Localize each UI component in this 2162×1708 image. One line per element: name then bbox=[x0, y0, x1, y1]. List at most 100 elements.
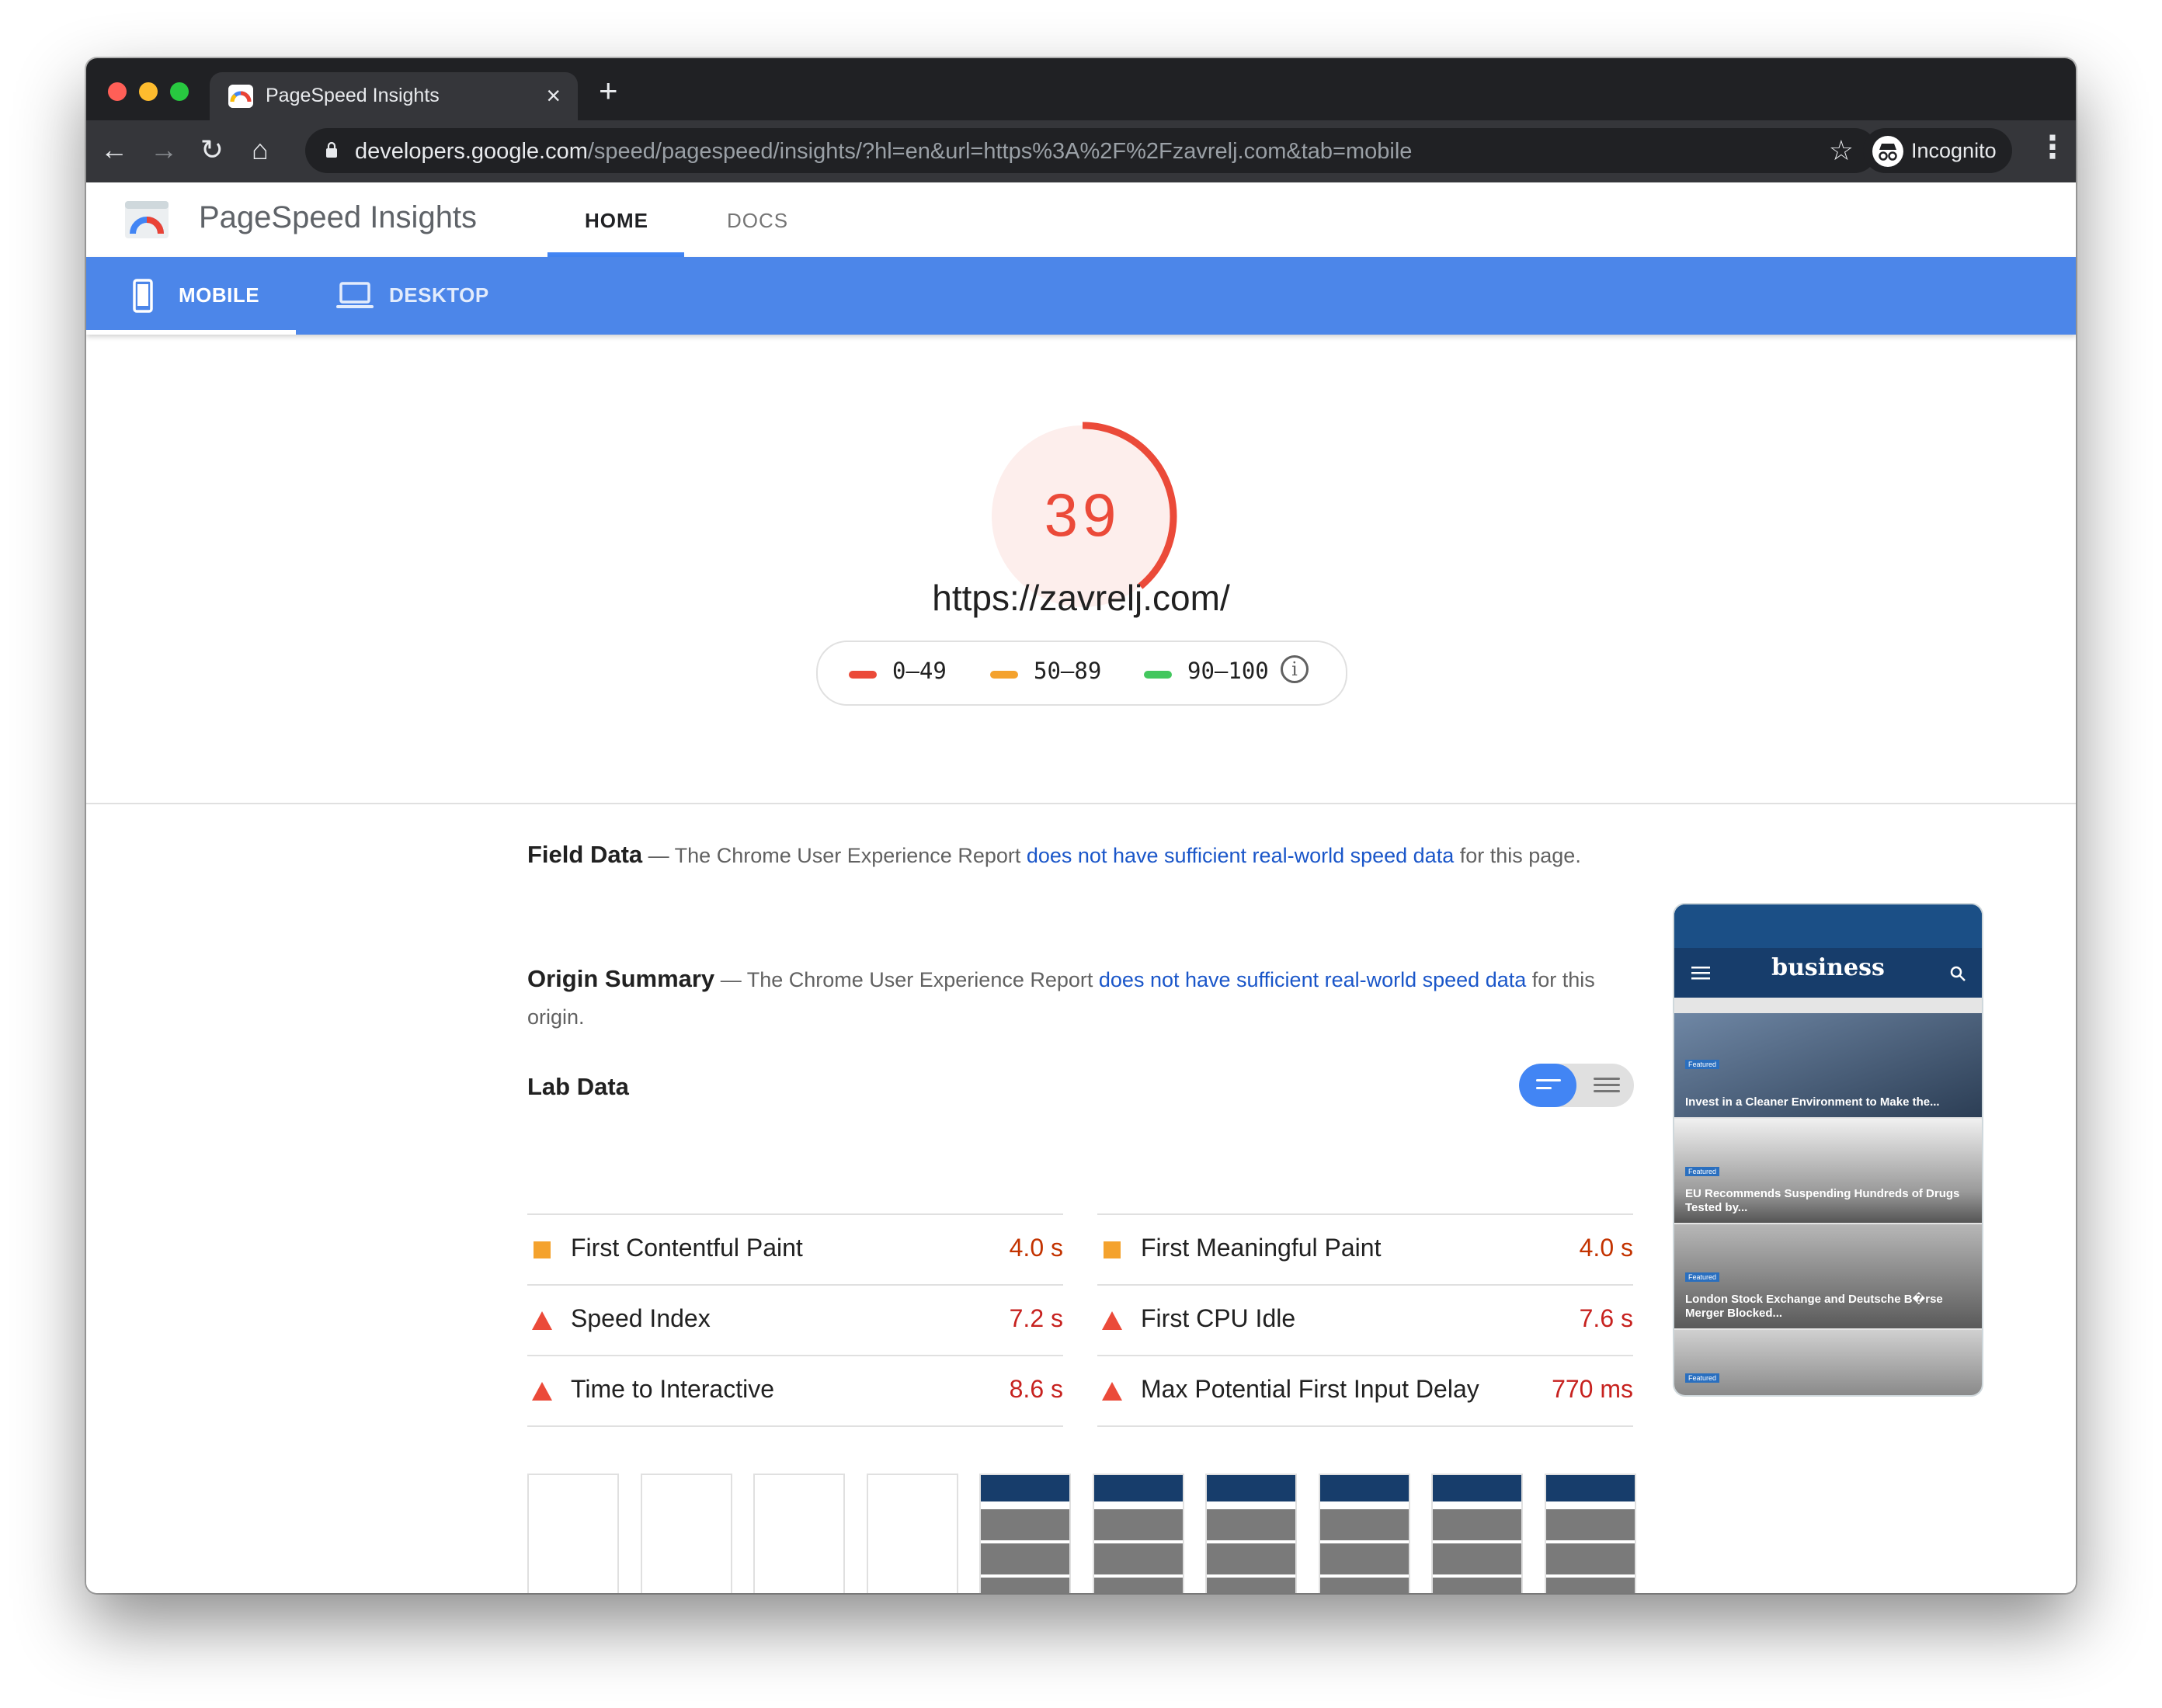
fail-triangle-icon bbox=[532, 1382, 552, 1401]
frame-header bbox=[1319, 1475, 1409, 1501]
screenshot-brand: business bbox=[1771, 954, 1885, 981]
expanded-view-icon-line bbox=[1594, 1084, 1620, 1086]
expanded-view-icon[interactable] bbox=[1594, 1078, 1620, 1080]
filmstrip-frame-blank bbox=[640, 1474, 732, 1593]
frame-card bbox=[1093, 1509, 1183, 1540]
filmstrip-frame-blank bbox=[527, 1474, 619, 1593]
screenshot-card: Featured EU Recommends Suspending Hundre… bbox=[1674, 1119, 1982, 1223]
metric-name: Time to Interactive bbox=[571, 1375, 775, 1403]
tab-mobile[interactable]: MOBILE bbox=[179, 283, 259, 307]
frame-header bbox=[1207, 1475, 1295, 1501]
new-tab-button[interactable]: + bbox=[599, 72, 618, 109]
origin-summary-link[interactable]: does not have sufficient real-world spee… bbox=[1099, 968, 1526, 991]
metrics-view-toggle[interactable] bbox=[1519, 1064, 1634, 1107]
pagespeed-logo-icon bbox=[125, 201, 169, 238]
minimize-window-button[interactable] bbox=[139, 82, 158, 101]
legend-pass-range: 90–100 bbox=[1187, 658, 1269, 684]
expanded-view-icon-line bbox=[1594, 1090, 1620, 1092]
home-icon[interactable]: ⌂ bbox=[243, 133, 277, 167]
frame-card bbox=[1207, 1509, 1295, 1540]
browser-toolbar: ← → ↻ ⌂ developers.google.com/speed/page… bbox=[86, 120, 2076, 182]
origin-summary-section: Origin Summary — The Chrome User Experie… bbox=[527, 960, 1615, 1036]
incognito-icon bbox=[1872, 136, 1903, 167]
average-square-icon bbox=[1104, 1241, 1121, 1258]
tab-close-icon[interactable]: × bbox=[546, 82, 561, 110]
fail-triangle-icon bbox=[532, 1311, 552, 1330]
metric-value: 7.6 s bbox=[1579, 1304, 1633, 1332]
desktop-laptop-icon bbox=[336, 282, 374, 308]
featured-badge: Featured bbox=[1685, 1060, 1720, 1069]
card-caption: EU Recommends Suspending Hundreds of Dru… bbox=[1685, 1187, 1960, 1214]
close-window-button[interactable] bbox=[108, 82, 127, 101]
tab-desktop[interactable]: DESKTOP bbox=[389, 283, 489, 307]
score-legend: 0–49 50–89 90–100 i bbox=[816, 640, 1347, 706]
frame-card bbox=[1319, 1578, 1409, 1593]
browser-menu-icon[interactable]: ⋮ bbox=[2037, 130, 2068, 165]
back-icon[interactable]: ← bbox=[97, 133, 131, 167]
screenshot-card: Featured Invest in a Cleaner Environment… bbox=[1674, 1013, 1982, 1117]
frame-card bbox=[1545, 1509, 1635, 1540]
search-icon bbox=[1950, 966, 1966, 981]
screenshot-card: Featured London Stock Exchange and Deuts… bbox=[1674, 1224, 1982, 1328]
field-data-link[interactable]: does not have sufficient real-world spee… bbox=[1027, 844, 1454, 867]
metric-row: First CPU Idle 7.6 s bbox=[1097, 1284, 1633, 1355]
final-screenshot: business Featured Invest in a Cleaner En… bbox=[1673, 903, 1983, 1397]
forward-icon[interactable]: → bbox=[147, 133, 181, 167]
filmstrip-frame-blank bbox=[753, 1474, 845, 1593]
legend-fail-swatch bbox=[849, 671, 877, 679]
metric-value: 7.2 s bbox=[1009, 1304, 1063, 1332]
metric-value: 770 ms bbox=[1552, 1375, 1633, 1403]
frame-header bbox=[981, 1475, 1069, 1501]
metric-row: First Meaningful Paint 4.0 s bbox=[1097, 1213, 1633, 1284]
compact-view-icon bbox=[1536, 1079, 1561, 1081]
field-data-post: for this page. bbox=[1454, 844, 1581, 867]
filmstrip-frame bbox=[1431, 1474, 1523, 1593]
fail-triangle-icon bbox=[1102, 1382, 1122, 1401]
address-bar[interactable]: developers.google.com/speed/pagespeed/in… bbox=[305, 128, 1877, 173]
section-divider bbox=[86, 803, 2076, 804]
featured-badge: Featured bbox=[1685, 1272, 1720, 1282]
incognito-profile-button[interactable]: Incognito bbox=[1863, 128, 2012, 173]
nav-home[interactable]: HOME bbox=[585, 209, 648, 233]
url-path: /speed/pagespeed/insights/?hl=en&url=htt… bbox=[587, 139, 1413, 164]
metrics-right-column: First Meaningful Paint 4.0 s First CPU I… bbox=[1097, 1213, 1633, 1427]
frame-card bbox=[1319, 1509, 1409, 1540]
frame-card bbox=[1319, 1543, 1409, 1574]
frame-card bbox=[1545, 1543, 1635, 1574]
frame-card bbox=[1545, 1578, 1635, 1593]
tab-strip: PageSpeed Insights × + bbox=[86, 58, 2076, 120]
url-host: developers.google.com bbox=[355, 139, 588, 164]
frame-card bbox=[981, 1543, 1069, 1574]
legend-info-icon[interactable]: i bbox=[1281, 655, 1309, 683]
mobile-phone-icon bbox=[133, 279, 153, 313]
compact-view-option[interactable] bbox=[1519, 1064, 1576, 1107]
metric-name: First Meaningful Paint bbox=[1141, 1234, 1382, 1262]
bookmark-star-icon[interactable]: ☆ bbox=[1829, 134, 1854, 167]
score-value: 39 bbox=[1045, 481, 1121, 549]
legend-pass-swatch bbox=[1144, 671, 1172, 679]
frame-card bbox=[1093, 1543, 1183, 1574]
screenshot-header: business bbox=[1674, 904, 1982, 998]
field-data-pre: — The Chrome User Experience Report bbox=[642, 844, 1027, 867]
origin-summary-title: Origin Summary bbox=[527, 965, 715, 992]
maximize-window-button[interactable] bbox=[170, 82, 189, 101]
nav-docs[interactable]: DOCS bbox=[727, 209, 788, 233]
browser-tab[interactable]: PageSpeed Insights × bbox=[210, 72, 578, 120]
mobile-tab-indicator bbox=[86, 330, 296, 335]
featured-badge: Featured bbox=[1685, 1167, 1720, 1176]
frame-header bbox=[1093, 1475, 1183, 1501]
pagespeed-favicon-icon bbox=[228, 85, 253, 108]
metrics-left-column: First Contentful Paint 4.0 s Speed Index… bbox=[527, 1213, 1063, 1427]
frame-card bbox=[1433, 1509, 1521, 1540]
frame-header bbox=[1545, 1475, 1635, 1501]
legend-average-range: 50–89 bbox=[1034, 658, 1102, 684]
incognito-label: Incognito bbox=[1911, 139, 1997, 162]
metric-name: First CPU Idle bbox=[1141, 1304, 1296, 1332]
url-text: developers.google.com/speed/pagespeed/in… bbox=[355, 139, 1412, 165]
filmstrip-frame bbox=[1318, 1474, 1410, 1593]
app-header: PageSpeed Insights HOME DOCS bbox=[86, 182, 2076, 257]
compact-view-icon-line bbox=[1536, 1087, 1552, 1089]
reload-icon[interactable]: ↻ bbox=[195, 133, 229, 167]
legend-average-swatch bbox=[990, 671, 1018, 679]
screenshot-banner bbox=[1674, 904, 1982, 948]
